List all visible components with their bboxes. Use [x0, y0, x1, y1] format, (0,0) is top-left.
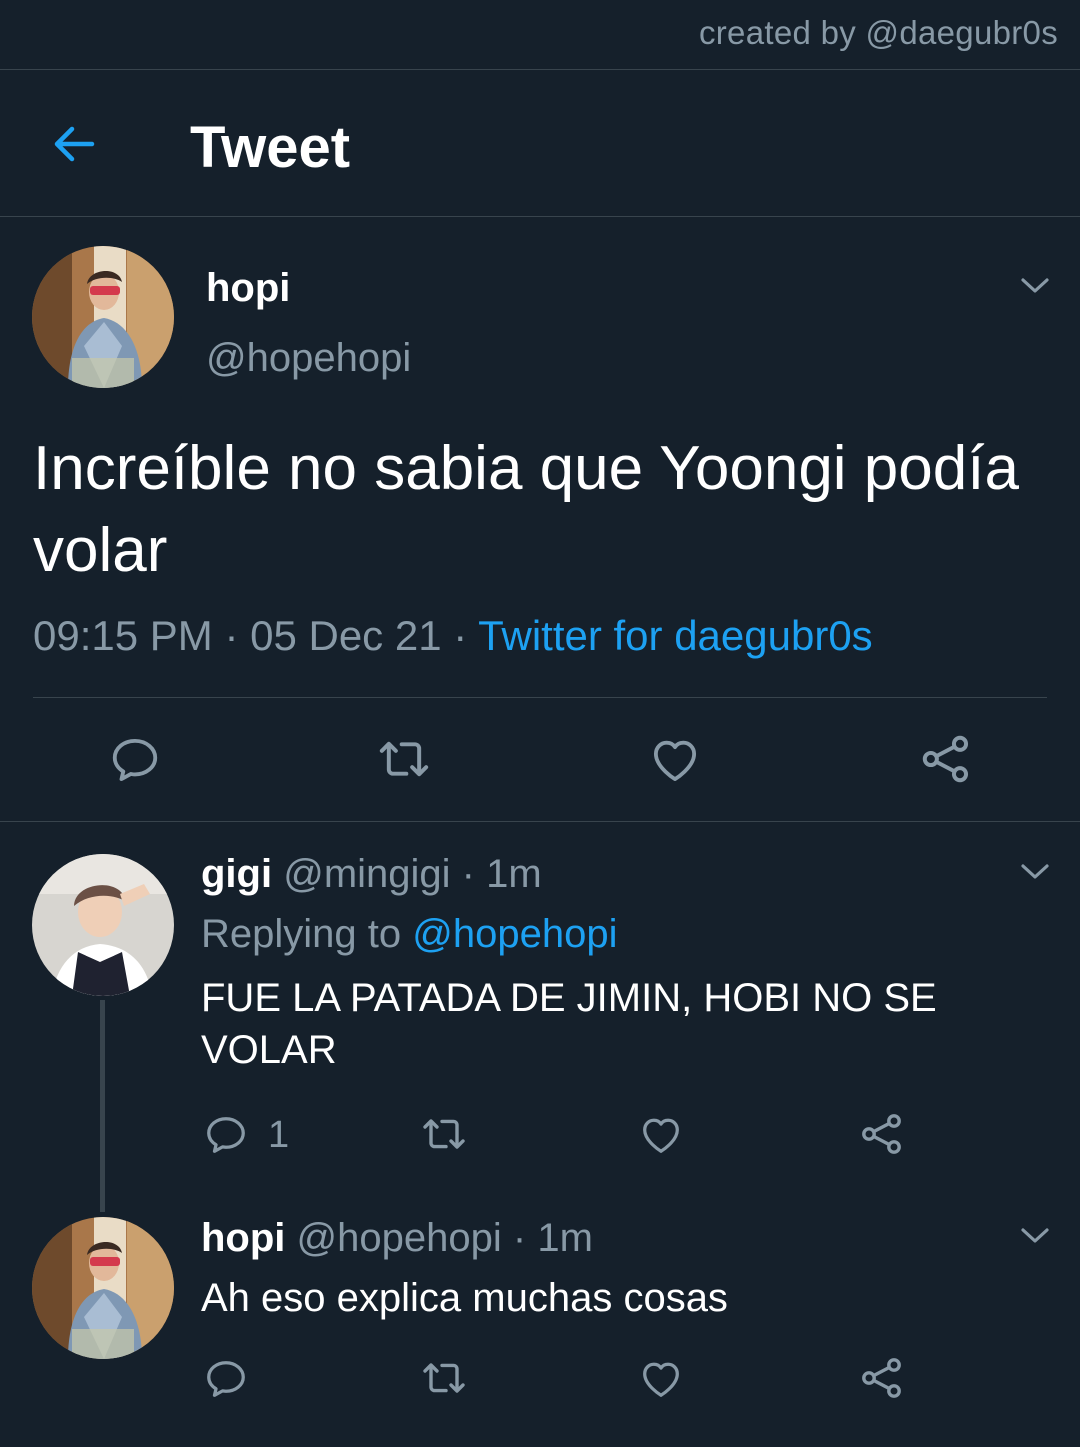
reply-author-handle[interactable]: @hopehopi: [297, 1216, 502, 1260]
divider: [33, 697, 1047, 698]
meta-separator: ·: [212, 612, 251, 659]
tweet-date: 05 Dec 21: [250, 612, 442, 659]
mention-link[interactable]: @hopehopi: [412, 912, 617, 956]
share-icon[interactable]: [858, 1354, 906, 1402]
page-title: Tweet: [190, 115, 351, 180]
retweet-icon[interactable]: [418, 1354, 470, 1402]
reply-age: · 1m: [461, 852, 542, 896]
avatar[interactable]: [32, 854, 174, 996]
reply-count: 1: [268, 1114, 290, 1156]
reply-author-name[interactable]: hopi: [201, 1216, 285, 1260]
comment-icon[interactable]: [203, 1112, 249, 1158]
top-bar: Tweet: [0, 70, 1080, 217]
replying-to: Replying to @hopehopi: [201, 912, 617, 957]
creator-credit: created by @daegubr0s: [698, 14, 1058, 51]
reply-text: FUE LA PATADA DE JIMIN, HOBI NO SE VOLAR: [201, 976, 937, 1072]
comment-icon[interactable]: [203, 1356, 249, 1402]
reply-author-handle[interactable]: @mingigi: [283, 852, 450, 896]
reply-text: Ah eso explica muchas cosas: [201, 1276, 728, 1320]
avatar[interactable]: [32, 246, 174, 388]
tweet-text: Increíble no sabia que Yoongi podía vola…: [33, 434, 1019, 585]
tweet-meta: 09:15 PM · 05 Dec 21 · Twitter for daegu…: [33, 612, 873, 660]
meta-separator: ·: [441, 612, 479, 659]
tweet-author-handle[interactable]: @hopehopi: [206, 336, 411, 381]
heart-icon[interactable]: [638, 1356, 684, 1402]
thread-connector: [100, 1000, 105, 1212]
chevron-down-icon[interactable]: [1020, 1226, 1050, 1246]
comment-icon[interactable]: [108, 733, 162, 787]
divider: [0, 821, 1080, 822]
share-icon[interactable]: [918, 731, 974, 787]
avatar[interactable]: [32, 1217, 174, 1359]
heart-icon[interactable]: [638, 1112, 684, 1158]
chevron-down-icon[interactable]: [1020, 276, 1050, 296]
tweet-author-name[interactable]: hopi: [206, 266, 290, 311]
reply-author-name[interactable]: gigi: [201, 852, 272, 896]
replying-label: Replying to: [201, 912, 402, 956]
divider: [0, 216, 1080, 217]
reply-age: · 1m: [512, 1216, 593, 1260]
heart-icon[interactable]: [648, 733, 702, 787]
tweet-source-link[interactable]: Twitter for daegubr0s: [478, 612, 873, 659]
reply-header: gigi @mingigi · 1m: [201, 852, 542, 897]
arrow-left-icon[interactable]: [48, 118, 100, 170]
retweet-icon[interactable]: [418, 1110, 470, 1158]
reply-header: hopi @hopehopi · 1m: [201, 1216, 593, 1261]
retweet-icon[interactable]: [374, 731, 434, 787]
chevron-down-icon[interactable]: [1020, 862, 1050, 882]
tweet-time: 09:15 PM: [33, 612, 213, 659]
share-icon[interactable]: [858, 1110, 906, 1158]
